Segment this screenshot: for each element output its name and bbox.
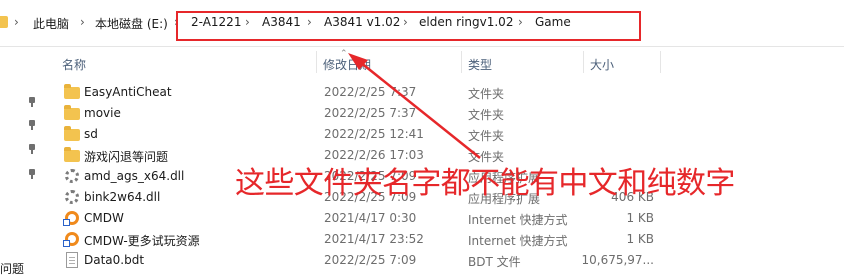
column-header-name[interactable]: 名称 <box>62 56 86 73</box>
file-name: sd <box>84 127 98 141</box>
folder-icon <box>0 16 8 28</box>
file-size: 10,675,97... <box>581 253 654 267</box>
column-divider[interactable] <box>316 51 317 73</box>
file-row[interactable]: CMDW 2021/4/17 0:30 Internet 快捷方式 1 KB <box>50 208 844 229</box>
file-row[interactable]: EasyAntiCheat 2022/2/25 7:37 文件夹 <box>50 82 844 103</box>
folder-icon <box>64 105 80 120</box>
file-date: 2022/2/25 7:37 <box>324 85 417 99</box>
file-icon <box>66 252 78 268</box>
column-divider[interactable] <box>583 51 584 73</box>
file-name: amd_ags_x64.dll <box>84 169 185 183</box>
file-name: bink2w64.dll <box>84 190 161 204</box>
file-date: 2022/2/25 7:37 <box>324 106 417 120</box>
folder-icon <box>64 147 80 162</box>
column-divider[interactable] <box>660 51 661 73</box>
shortcut-icon <box>63 232 79 247</box>
chevron-right-icon[interactable]: › <box>80 15 85 29</box>
column-header-size[interactable]: 大小 <box>590 56 614 73</box>
file-row[interactable]: movie 2022/2/25 7:37 文件夹 <box>50 103 844 124</box>
file-type: BDT 文件 <box>468 255 521 269</box>
pin-icon[interactable] <box>28 169 36 179</box>
file-name: CMDW-更多试玩资源 <box>84 234 200 248</box>
column-headers: ⌃ 名称 修改日期 类型 大小 <box>0 47 844 77</box>
file-name: EasyAntiCheat <box>84 85 172 99</box>
column-header-type[interactable]: 类型 <box>468 56 492 73</box>
address-bar[interactable]: › 此电脑 › 本地磁盘 (E:) › 2-A1221 › A3841 › A3… <box>0 0 844 47</box>
file-date: 2021/4/17 23:52 <box>324 232 424 246</box>
file-name: CMDW <box>84 211 124 225</box>
file-date: 2021/4/17 0:30 <box>324 211 417 225</box>
nav-item-label[interactable]: 问题 <box>0 260 24 277</box>
file-type: 文件夹 <box>468 87 505 101</box>
pin-icon[interactable] <box>28 144 36 154</box>
dll-file-icon <box>65 169 79 183</box>
file-type: 文件夹 <box>468 129 505 143</box>
file-row[interactable]: CMDW-更多试玩资源 2021/4/17 23:52 Internet 快捷方… <box>50 229 844 250</box>
pin-icon[interactable] <box>28 97 36 107</box>
file-row[interactable]: Data0.bdt 2022/2/25 7:09 BDT 文件 10,675,9… <box>50 250 844 271</box>
column-divider[interactable] <box>461 51 462 73</box>
folder-icon <box>64 126 80 141</box>
chevron-right-icon[interactable]: › <box>14 15 19 29</box>
navigation-pane: 问题 <box>0 77 46 280</box>
file-date: 2022/2/25 12:41 <box>324 127 424 141</box>
file-date: 2022/2/25 7:09 <box>324 253 417 267</box>
file-size: 1 KB <box>626 211 654 225</box>
file-row[interactable]: sd 2022/2/25 12:41 文件夹 <box>50 124 844 145</box>
breadcrumb-local-disk[interactable]: 本地磁盘 (E:) <box>95 15 168 32</box>
shortcut-icon <box>63 211 79 226</box>
file-size: 1 KB <box>626 232 654 246</box>
file-name: 游戏闪退等问题 <box>84 150 169 164</box>
column-header-date[interactable]: 修改日期 <box>323 56 371 73</box>
file-type: 文件夹 <box>468 108 505 122</box>
dll-file-icon <box>65 190 79 204</box>
file-name: movie <box>84 106 121 120</box>
folder-icon <box>64 84 80 99</box>
annotation-text: 这些文件夹名字都不能有中文和纯数字 <box>235 166 735 201</box>
breadcrumb-this-pc[interactable]: 此电脑 <box>33 15 69 32</box>
file-name: Data0.bdt <box>84 253 145 267</box>
pin-icon[interactable] <box>28 120 36 130</box>
path-highlight-box <box>176 11 641 41</box>
